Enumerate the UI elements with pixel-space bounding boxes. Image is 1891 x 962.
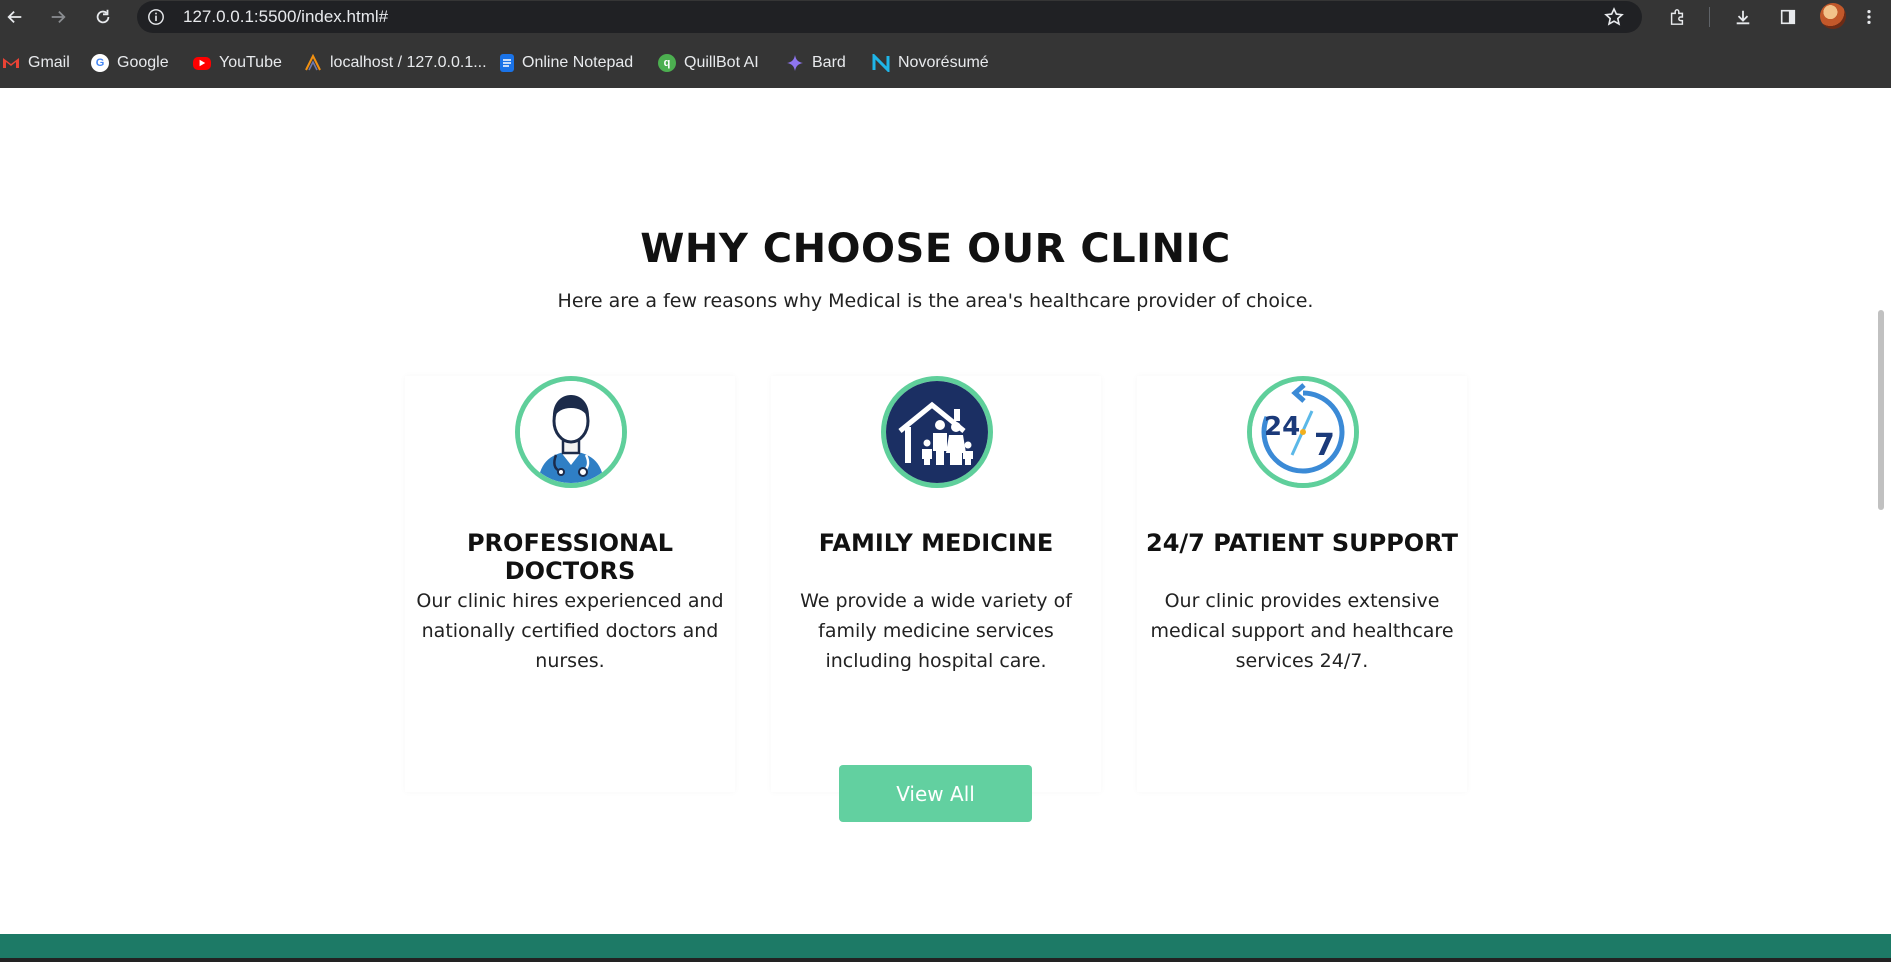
- card-text: Our clinic provides extensive medical su…: [1150, 590, 1454, 672]
- bookmark-star-icon[interactable]: [1604, 7, 1624, 27]
- bookmark-novoresume[interactable]: Novorésumé: [872, 52, 989, 74]
- reload-icon: [96, 9, 110, 24]
- bard-icon: [786, 54, 804, 72]
- url-text: 127.0.0.1:5500/index.html#: [183, 7, 389, 26]
- bookmark-label: YouTube: [219, 54, 282, 71]
- doctor-icon: [515, 376, 627, 488]
- section-subtitle: Here are a few reasons why Medical is th…: [557, 290, 1314, 312]
- bookmark-localhost[interactable]: localhost / 127.0.0.1...: [304, 52, 487, 74]
- quillbot-icon: q: [658, 54, 676, 72]
- bookmark-label: Bard: [812, 54, 846, 71]
- bookmarks-bar: Gmail G Google YouTube localhost / 127.0…: [0, 44, 1891, 82]
- svg-text:7: 7: [1314, 428, 1335, 463]
- bookmark-label: localhost / 127.0.0.1...: [330, 54, 487, 71]
- bookmark-youtube[interactable]: YouTube: [193, 52, 282, 74]
- toolbar-divider: [1709, 7, 1710, 27]
- browser-toolbar: 127.0.0.1:5500/index.html#: [0, 0, 1891, 33]
- notepad-icon: [500, 54, 514, 72]
- card-text: Our clinic hires experienced and nationa…: [416, 590, 724, 672]
- puzzle-icon: [1670, 9, 1684, 25]
- phpmyadmin-icon: [304, 54, 322, 72]
- back-button[interactable]: [2, 4, 28, 30]
- bookmark-quillbot[interactable]: q QuillBot AI: [658, 52, 759, 74]
- back-arrow-icon: [7, 10, 22, 24]
- feature-card-doctors: PROFESSIONAL DOCTORS Our clinic hires ex…: [405, 376, 735, 792]
- page-scrollbar[interactable]: [1871, 88, 1891, 934]
- side-panel-button[interactable]: [1775, 4, 1801, 30]
- bookmark-label: Online Notepad: [522, 54, 634, 71]
- novoresume-icon: [872, 54, 890, 72]
- download-icon: [1736, 10, 1750, 25]
- card-title: FAMILY MEDICINE: [818, 529, 1054, 557]
- section-title: WHY CHOOSE OUR CLINIC: [640, 226, 1231, 272]
- bookmark-label: Gmail: [28, 54, 70, 71]
- card-text: We provide a wide variety of family medi…: [800, 590, 1072, 672]
- side-panel-icon: [1780, 9, 1796, 25]
- bookmark-label: QuillBot AI: [684, 54, 759, 71]
- bookmark-label: Google: [117, 54, 169, 71]
- site-info-icon[interactable]: [147, 8, 165, 26]
- forward-button[interactable]: [45, 4, 71, 30]
- google-icon: G: [91, 54, 109, 72]
- feature-card-family: FAMILY MEDICINE We provide a wide variet…: [771, 376, 1101, 792]
- menu-button[interactable]: [1856, 4, 1882, 30]
- view-all-button[interactable]: View All: [839, 765, 1032, 822]
- bookmark-google[interactable]: G Google: [91, 52, 169, 74]
- footer-bottom-edge: [0, 958, 1891, 962]
- page-content: WHY CHOOSE OUR CLINIC Here are a few rea…: [0, 88, 1891, 962]
- scrollbar-thumb[interactable]: [1878, 310, 1884, 510]
- youtube-icon: [193, 56, 211, 70]
- bookmark-online-notepad[interactable]: Online Notepad: [500, 52, 633, 74]
- forward-arrow-icon: [51, 10, 66, 24]
- bookmark-label: Novorésumé: [898, 54, 989, 71]
- svg-text:24: 24: [1264, 412, 1300, 442]
- bookmark-bard[interactable]: Bard: [786, 52, 846, 74]
- downloads-button[interactable]: [1730, 4, 1756, 30]
- profile-avatar[interactable]: [1820, 3, 1846, 29]
- footer-band: [0, 934, 1891, 962]
- browser-chrome: 127.0.0.1:5500/index.html# Gmail G Googl…: [0, 0, 1891, 88]
- clock-24-7-icon: 24 7: [1247, 376, 1359, 488]
- reload-button[interactable]: [90, 4, 116, 30]
- feature-card-support: 24 7 24/7 PATIENT SUPPORT Our clinic pro…: [1137, 376, 1467, 792]
- more-vertical-icon: [1867, 9, 1871, 25]
- gmail-icon: [2, 54, 20, 72]
- address-bar[interactable]: 127.0.0.1:5500/index.html#: [137, 1, 1642, 33]
- card-title: PROFESSIONAL DOCTORS: [466, 529, 674, 585]
- bookmark-gmail[interactable]: Gmail: [2, 52, 70, 74]
- extensions-button[interactable]: [1664, 4, 1690, 30]
- family-icon: [881, 376, 993, 488]
- card-title: 24/7 PATIENT SUPPORT: [1146, 529, 1458, 557]
